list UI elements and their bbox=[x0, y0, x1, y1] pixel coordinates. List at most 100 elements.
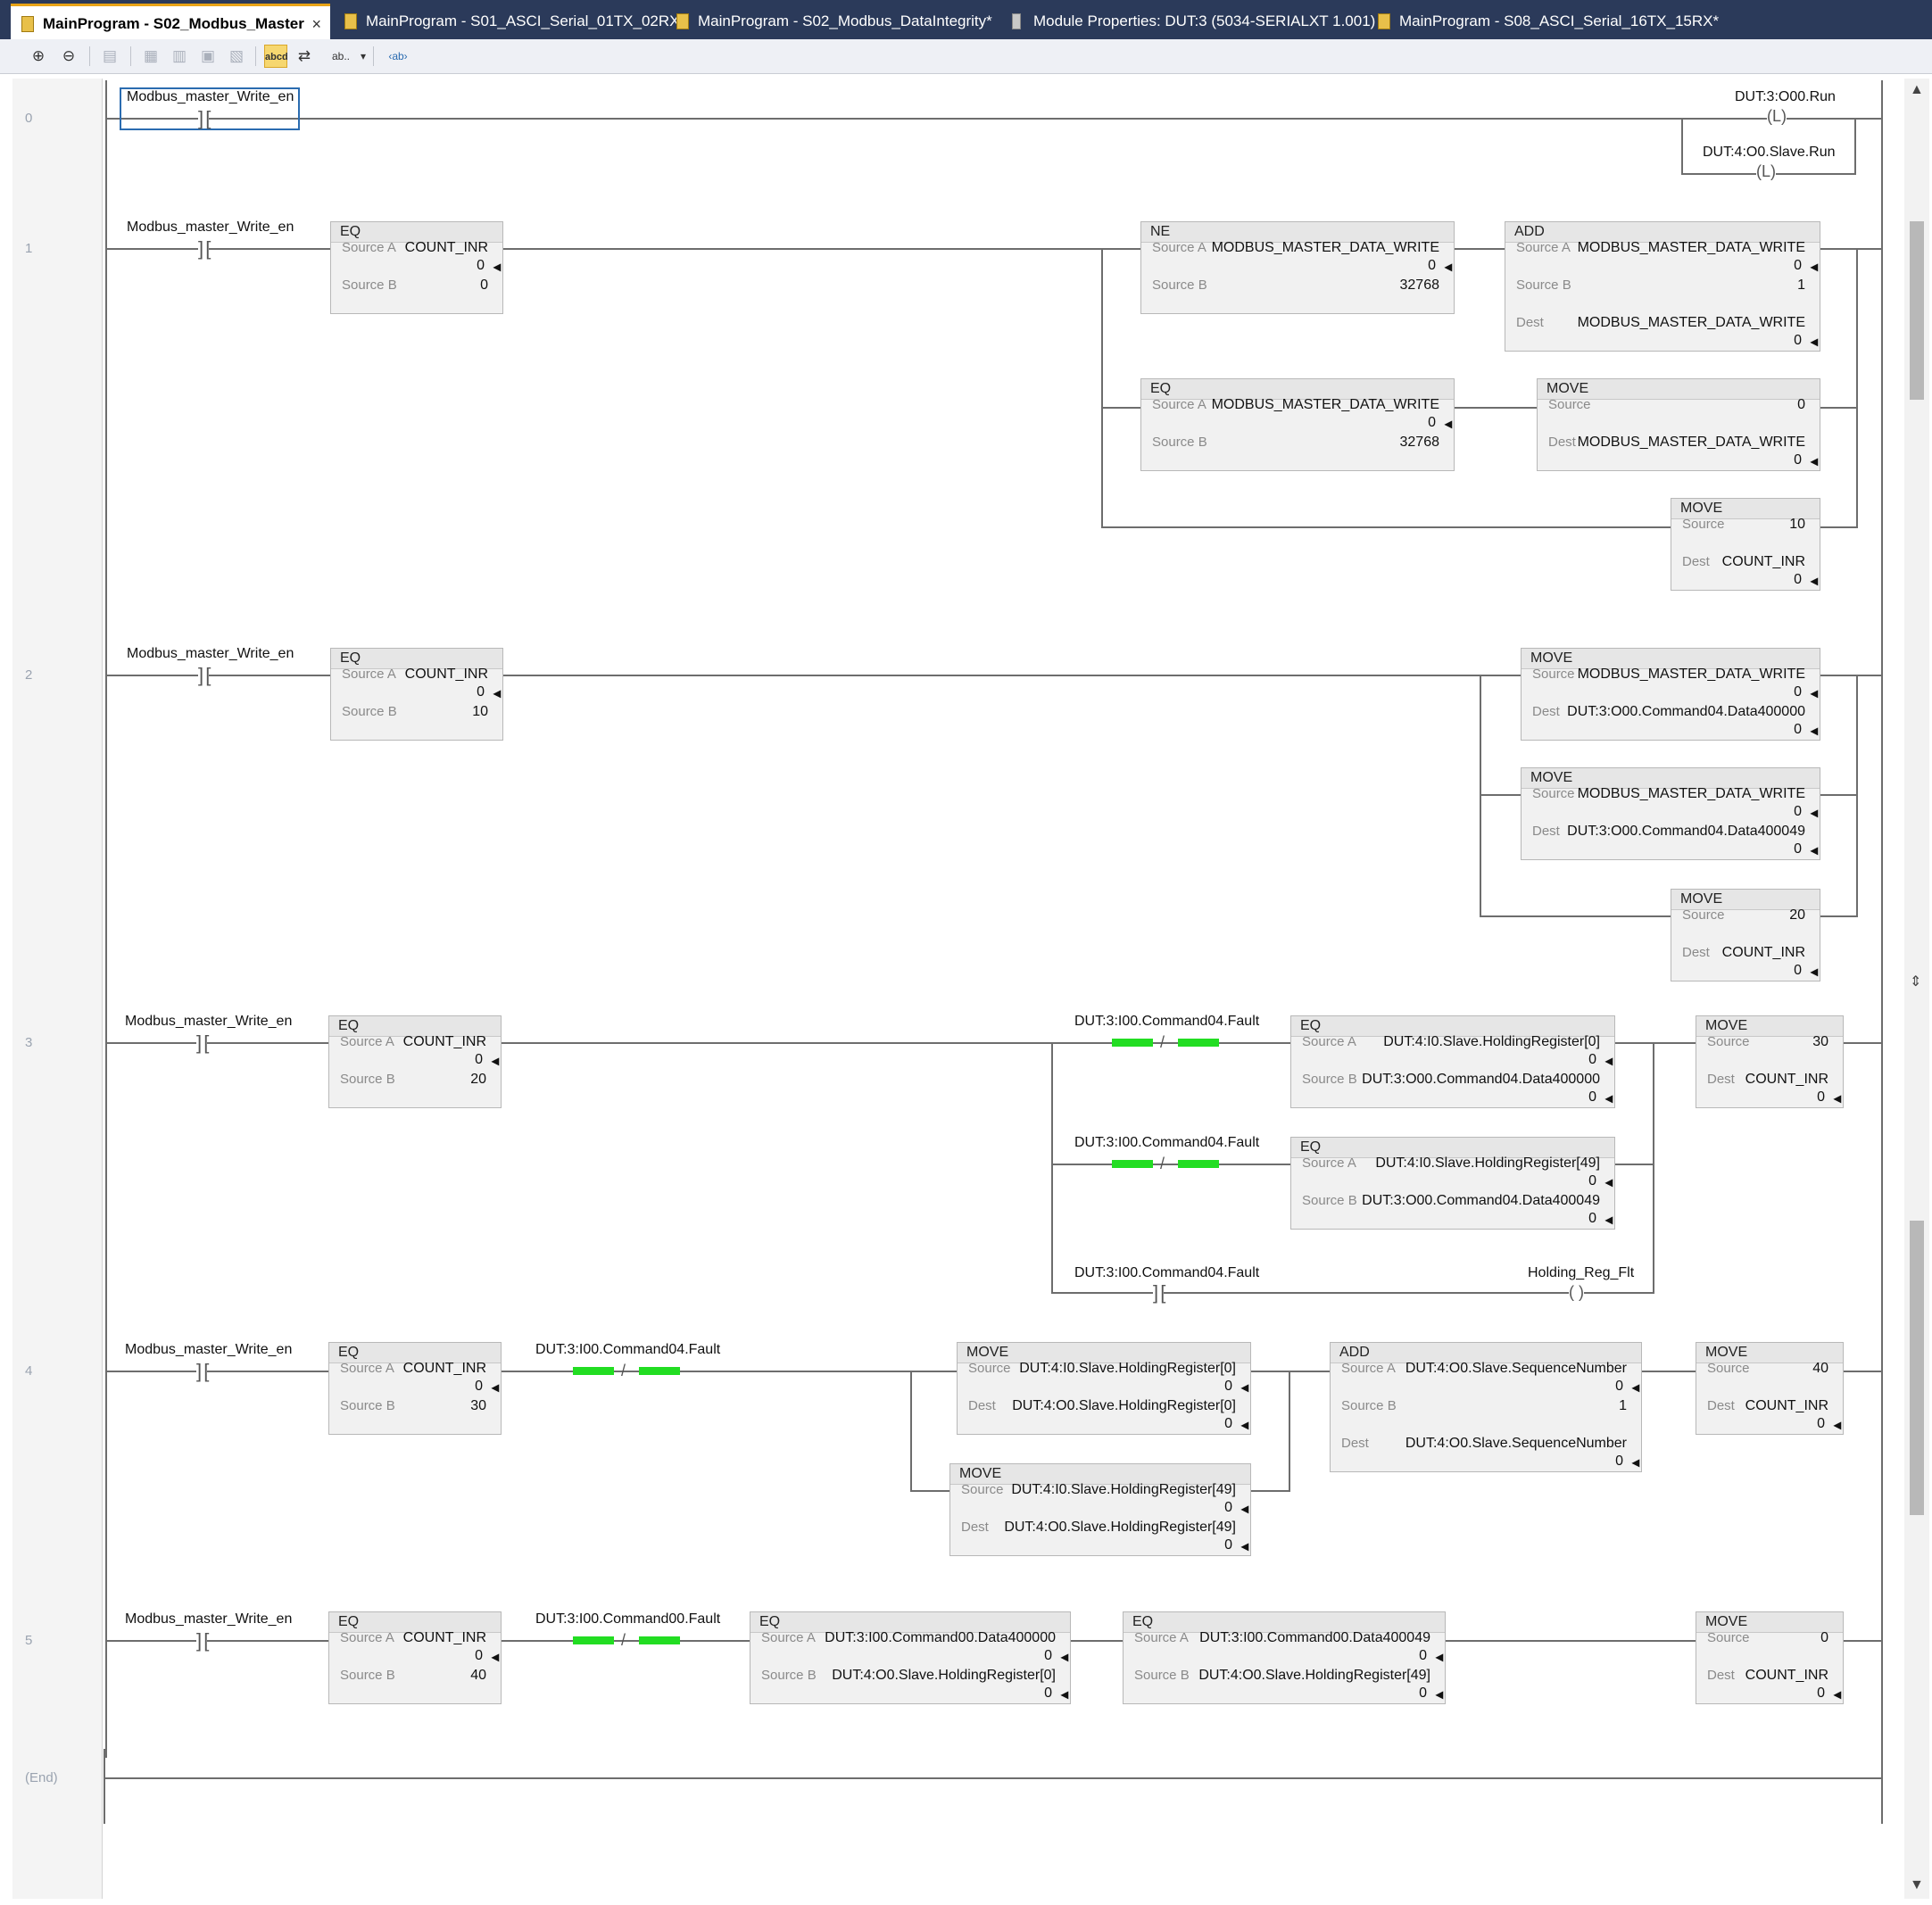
xic-contact[interactable]: ] [ bbox=[198, 239, 211, 259]
source-value[interactable]: MODBUS_MASTER_DATA_WRITE bbox=[1578, 786, 1805, 802]
contact-tag[interactable]: DUT:3:I00.Command04.Fault bbox=[1074, 1014, 1259, 1030]
eq-instruction[interactable]: EQ Source A COUNT_INR 0 ◂ Source B 0 bbox=[330, 221, 503, 314]
contact-tag[interactable]: Modbus_master_Write_en bbox=[125, 1014, 292, 1030]
contact-tag[interactable]: DUT:3:I00.Command04.Fault bbox=[1074, 1265, 1259, 1281]
add-instruction[interactable]: ADD Source A DUT:4:O0.Slave.SequenceNumb… bbox=[1330, 1342, 1642, 1472]
contact-tag[interactable]: DUT:3:I00.Command00.Fault bbox=[535, 1611, 720, 1628]
source-b-value[interactable]: 40 bbox=[470, 1668, 486, 1684]
source-a-value[interactable]: MODBUS_MASTER_DATA_WRITE bbox=[1212, 240, 1439, 256]
source-value[interactable]: 0 bbox=[1820, 1630, 1828, 1646]
source-b-value[interactable]: 30 bbox=[470, 1398, 486, 1414]
branch-icon[interactable]: ▦ bbox=[139, 45, 162, 68]
dest-value[interactable]: MODBUS_MASTER_DATA_WRITE bbox=[1578, 435, 1805, 451]
source-b-value[interactable]: DUT:3:O00.Command04.Data400049 bbox=[1362, 1193, 1600, 1209]
coil-tag[interactable]: DUT:4:O0.Slave.Run bbox=[1703, 145, 1836, 161]
dest-value[interactable]: DUT:3:O00.Command04.Data400000 bbox=[1567, 704, 1805, 720]
xio-contact-forced[interactable]: / bbox=[1112, 1155, 1219, 1174]
xic-contact[interactable]: ] [ bbox=[1153, 1283, 1165, 1303]
dest-value[interactable]: DUT:3:O00.Command04.Data400049 bbox=[1567, 824, 1805, 840]
coil-icon[interactable]: ▣ bbox=[196, 45, 220, 68]
source-b-value[interactable]: 1 bbox=[1619, 1398, 1627, 1414]
dest-value[interactable]: COUNT_INR bbox=[1745, 1668, 1828, 1684]
source-a-value[interactable]: COUNT_INR bbox=[403, 1034, 486, 1050]
source-value[interactable]: DUT:4:I0.Slave.HoldingRegister[0] bbox=[1019, 1361, 1236, 1377]
source-value[interactable]: 30 bbox=[1812, 1034, 1828, 1050]
source-a-value[interactable]: DUT:3:I00.Command00.Data400000 bbox=[825, 1630, 1056, 1646]
contact-tag[interactable]: Modbus_master_Write_en bbox=[127, 89, 294, 105]
output-coil[interactable]: ( ) bbox=[1569, 1283, 1584, 1302]
tab-s01-asci-serial[interactable]: MainProgram - S01_ASCI_Serial_01TX_02RX* bbox=[334, 4, 685, 39]
move-instruction[interactable]: MOVE Source 0 Dest MODBUS_MASTER_DATA_WR… bbox=[1537, 378, 1820, 471]
eq-instruction[interactable]: EQ Source A COUNT_INR 0 ◂ Source B 40 bbox=[328, 1611, 502, 1704]
source-value[interactable]: 40 bbox=[1812, 1361, 1828, 1377]
tab-s02-modbus-dataintegrity[interactable]: MainProgram - S02_Modbus_DataIntegrity* bbox=[666, 4, 1000, 39]
latch-coil[interactable]: (L) bbox=[1767, 107, 1787, 126]
coil-tag[interactable]: Holding_Reg_Flt bbox=[1528, 1265, 1634, 1281]
dest-value[interactable]: COUNT_INR bbox=[1722, 945, 1805, 961]
contact-tag[interactable]: DUT:3:I00.Command04.Fault bbox=[1074, 1135, 1259, 1151]
latch-coil[interactable]: (L) bbox=[1756, 162, 1776, 181]
source-value[interactable]: MODBUS_MASTER_DATA_WRITE bbox=[1578, 667, 1805, 683]
source-a-value[interactable]: MODBUS_MASTER_DATA_WRITE bbox=[1578, 240, 1805, 256]
source-value[interactable]: 10 bbox=[1789, 517, 1805, 533]
eq-instruction[interactable]: EQ Source A DUT:3:I00.Command00.Data4000… bbox=[1123, 1611, 1446, 1704]
xio-contact-forced[interactable]: / bbox=[573, 1362, 680, 1381]
xic-contact[interactable]: ] [ bbox=[198, 109, 211, 128]
source-b-value[interactable]: DUT:4:O0.Slave.HoldingRegister[0] bbox=[832, 1668, 1056, 1684]
dest-value[interactable]: MODBUS_MASTER_DATA_WRITE bbox=[1578, 315, 1805, 331]
dest-value[interactable]: DUT:4:O0.Slave.HoldingRegister[49] bbox=[1004, 1520, 1236, 1536]
chevron-down-icon[interactable]: ▾ bbox=[352, 45, 375, 68]
show-tags-icon[interactable]: abcd bbox=[264, 45, 288, 68]
eq-instruction[interactable]: EQ Source A MODBUS_MASTER_DATA_WRITE 0 ◂… bbox=[1140, 378, 1455, 471]
instruction-icon[interactable]: ▧ bbox=[225, 45, 248, 68]
contact-tag[interactable]: Modbus_master_Write_en bbox=[125, 1342, 292, 1358]
source-a-value[interactable]: DUT:4:I0.Slave.HoldingRegister[0] bbox=[1383, 1034, 1600, 1050]
contact-icon[interactable]: ▥ bbox=[168, 45, 191, 68]
source-a-value[interactable]: COUNT_INR bbox=[403, 1630, 486, 1646]
move-instruction[interactable]: MOVE Source 10 Dest COUNT_INR 0 ◂ bbox=[1671, 498, 1820, 591]
contact-tag[interactable]: Modbus_master_Write_en bbox=[127, 646, 294, 662]
xic-contact[interactable]: ] [ bbox=[198, 666, 211, 685]
source-a-value[interactable]: DUT:4:I0.Slave.HoldingRegister[49] bbox=[1375, 1155, 1600, 1172]
toggle-icon[interactable]: ⇄ bbox=[293, 45, 316, 68]
source-b-value[interactable]: 20 bbox=[470, 1072, 486, 1088]
tab-s02-modbus-master[interactable]: MainProgram - S02_Modbus_Master × bbox=[11, 4, 330, 39]
source-a-value[interactable]: COUNT_INR bbox=[403, 1361, 486, 1377]
xic-contact[interactable]: ] [ bbox=[196, 1033, 209, 1053]
splitter-icon[interactable]: ⇕ bbox=[1910, 973, 1921, 990]
eq-instruction[interactable]: EQ Source A DUT:3:I00.Command00.Data4000… bbox=[750, 1611, 1071, 1704]
zoom-out-icon[interactable]: ⊖ bbox=[57, 45, 80, 68]
source-b-value[interactable]: DUT:3:O00.Command04.Data400000 bbox=[1362, 1072, 1600, 1088]
rung-icon[interactable]: ▤ bbox=[98, 45, 121, 68]
xic-contact[interactable]: ] [ bbox=[196, 1362, 209, 1381]
xic-contact[interactable]: ] [ bbox=[196, 1631, 209, 1651]
source-b-value[interactable]: 32768 bbox=[1400, 435, 1440, 451]
scroll-up-icon[interactable]: ▲ bbox=[1910, 82, 1924, 98]
dest-value[interactable]: COUNT_INR bbox=[1745, 1398, 1828, 1414]
ab-chevron-icon[interactable]: ‹ab› bbox=[380, 45, 416, 68]
source-a-value[interactable]: MODBUS_MASTER_DATA_WRITE bbox=[1212, 397, 1439, 413]
contact-tag[interactable]: DUT:3:I00.Command04.Fault bbox=[535, 1342, 720, 1358]
source-value[interactable]: 20 bbox=[1789, 907, 1805, 924]
dest-value[interactable]: COUNT_INR bbox=[1722, 554, 1805, 570]
source-value[interactable]: 0 bbox=[1797, 397, 1805, 413]
source-b-value[interactable]: 0 bbox=[480, 277, 488, 294]
eq-instruction[interactable]: EQ Source A DUT:4:I0.Slave.HoldingRegist… bbox=[1290, 1137, 1615, 1230]
eq-instruction[interactable]: EQ Source A COUNT_INR 0 ◂ Source B 20 bbox=[328, 1015, 502, 1108]
move-instruction[interactable]: MOVE Source 20 Dest COUNT_INR 0 ◂ bbox=[1671, 889, 1820, 981]
move-instruction[interactable]: MOVE Source DUT:4:I0.Slave.HoldingRegist… bbox=[949, 1463, 1251, 1556]
source-b-value[interactable]: 1 bbox=[1797, 277, 1805, 294]
ne-instruction[interactable]: NE Source A MODBUS_MASTER_DATA_WRITE 0 ◂… bbox=[1140, 221, 1455, 314]
move-instruction[interactable]: MOVE Source 40 Dest COUNT_INR 0 ◂ bbox=[1696, 1342, 1844, 1435]
source-b-value[interactable]: DUT:4:O0.Slave.HoldingRegister[49] bbox=[1198, 1668, 1430, 1684]
source-a-value[interactable]: DUT:4:O0.Slave.SequenceNumber bbox=[1405, 1361, 1627, 1377]
source-a-value[interactable]: DUT:3:I00.Command00.Data400049 bbox=[1199, 1630, 1430, 1646]
move-instruction[interactable]: MOVE Source MODBUS_MASTER_DATA_WRITE 0 ◂… bbox=[1521, 648, 1820, 741]
dest-value[interactable]: DUT:4:O0.Slave.HoldingRegister[0] bbox=[1012, 1398, 1236, 1414]
dest-value[interactable]: COUNT_INR bbox=[1745, 1072, 1828, 1088]
source-value[interactable]: DUT:4:I0.Slave.HoldingRegister[49] bbox=[1011, 1482, 1236, 1498]
scroll-thumb[interactable] bbox=[1910, 221, 1924, 400]
eq-instruction[interactable]: EQ Source A COUNT_INR 0 ◂ Source B 10 bbox=[330, 648, 503, 741]
eq-instruction[interactable]: EQ Source A DUT:4:I0.Slave.HoldingRegist… bbox=[1290, 1015, 1615, 1108]
move-instruction[interactable]: MOVE Source 30 Dest COUNT_INR 0 ◂ bbox=[1696, 1015, 1844, 1108]
